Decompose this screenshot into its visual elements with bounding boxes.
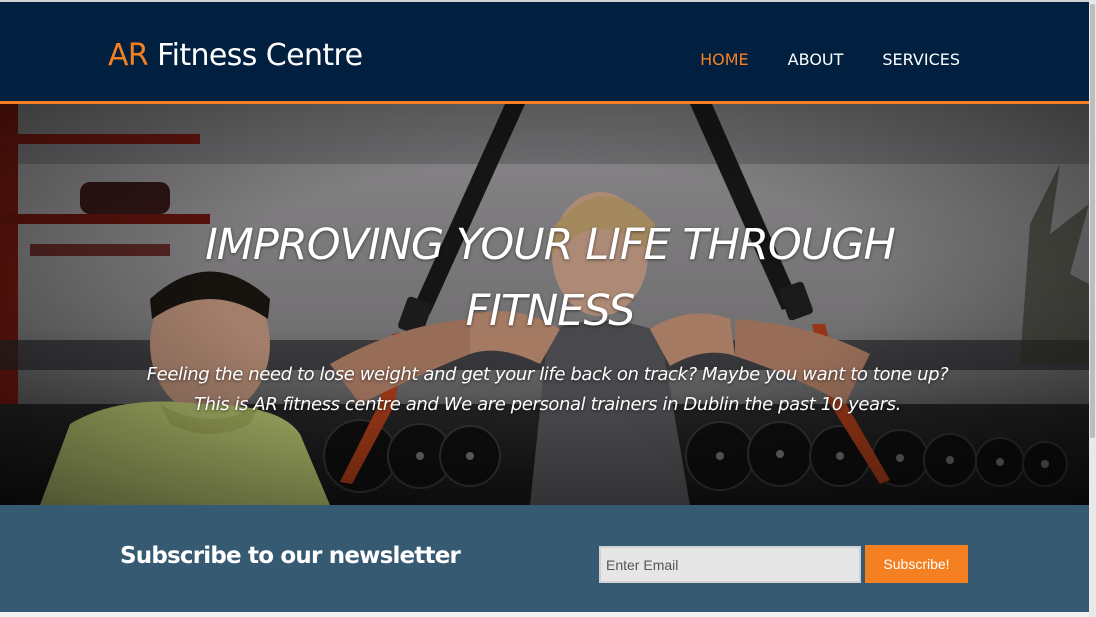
- logo-name-text: Fitness Centre: [148, 38, 363, 73]
- nav-about-link[interactable]: ABOUT: [788, 49, 844, 71]
- site-logo[interactable]: AR Fitness Centre: [108, 38, 363, 74]
- newsletter-heading: Subscribe to our newsletter: [120, 543, 461, 569]
- subscribe-button[interactable]: Subscribe!: [865, 545, 968, 583]
- newsletter-section: Subscribe to our newsletter Subscribe!: [0, 505, 1089, 612]
- vertical-scrollbar[interactable]: [1089, 0, 1096, 617]
- nav-home-link[interactable]: HOME: [700, 49, 749, 71]
- hero-subtitle-line-2: This is AR fitness centre and We are per…: [194, 394, 901, 415]
- hero-subtitle: Feeling the need to lose weight and get …: [80, 360, 1015, 420]
- page-bottom-strip: [0, 612, 1089, 617]
- email-input[interactable]: [599, 546, 861, 583]
- browser-viewport: AR Fitness Centre HOME ABOUT SERVICES IM…: [0, 0, 1089, 617]
- hero-section: IMPROVING YOUR LIFE THROUGH FITNESS Feel…: [0, 104, 1089, 505]
- hero-subtitle-line-1: Feeling the need to lose weight and get …: [146, 364, 949, 385]
- scrollbar-thumb[interactable]: [1090, 4, 1095, 438]
- main-nav: HOME ABOUT SERVICES: [700, 49, 960, 71]
- hero-title: IMPROVING YOUR LIFE THROUGH FITNESS: [205, 220, 896, 336]
- logo-accent-text: AR: [108, 38, 149, 73]
- site-header: AR Fitness Centre HOME ABOUT SERVICES: [0, 0, 1089, 104]
- nav-services-link[interactable]: SERVICES: [882, 49, 960, 71]
